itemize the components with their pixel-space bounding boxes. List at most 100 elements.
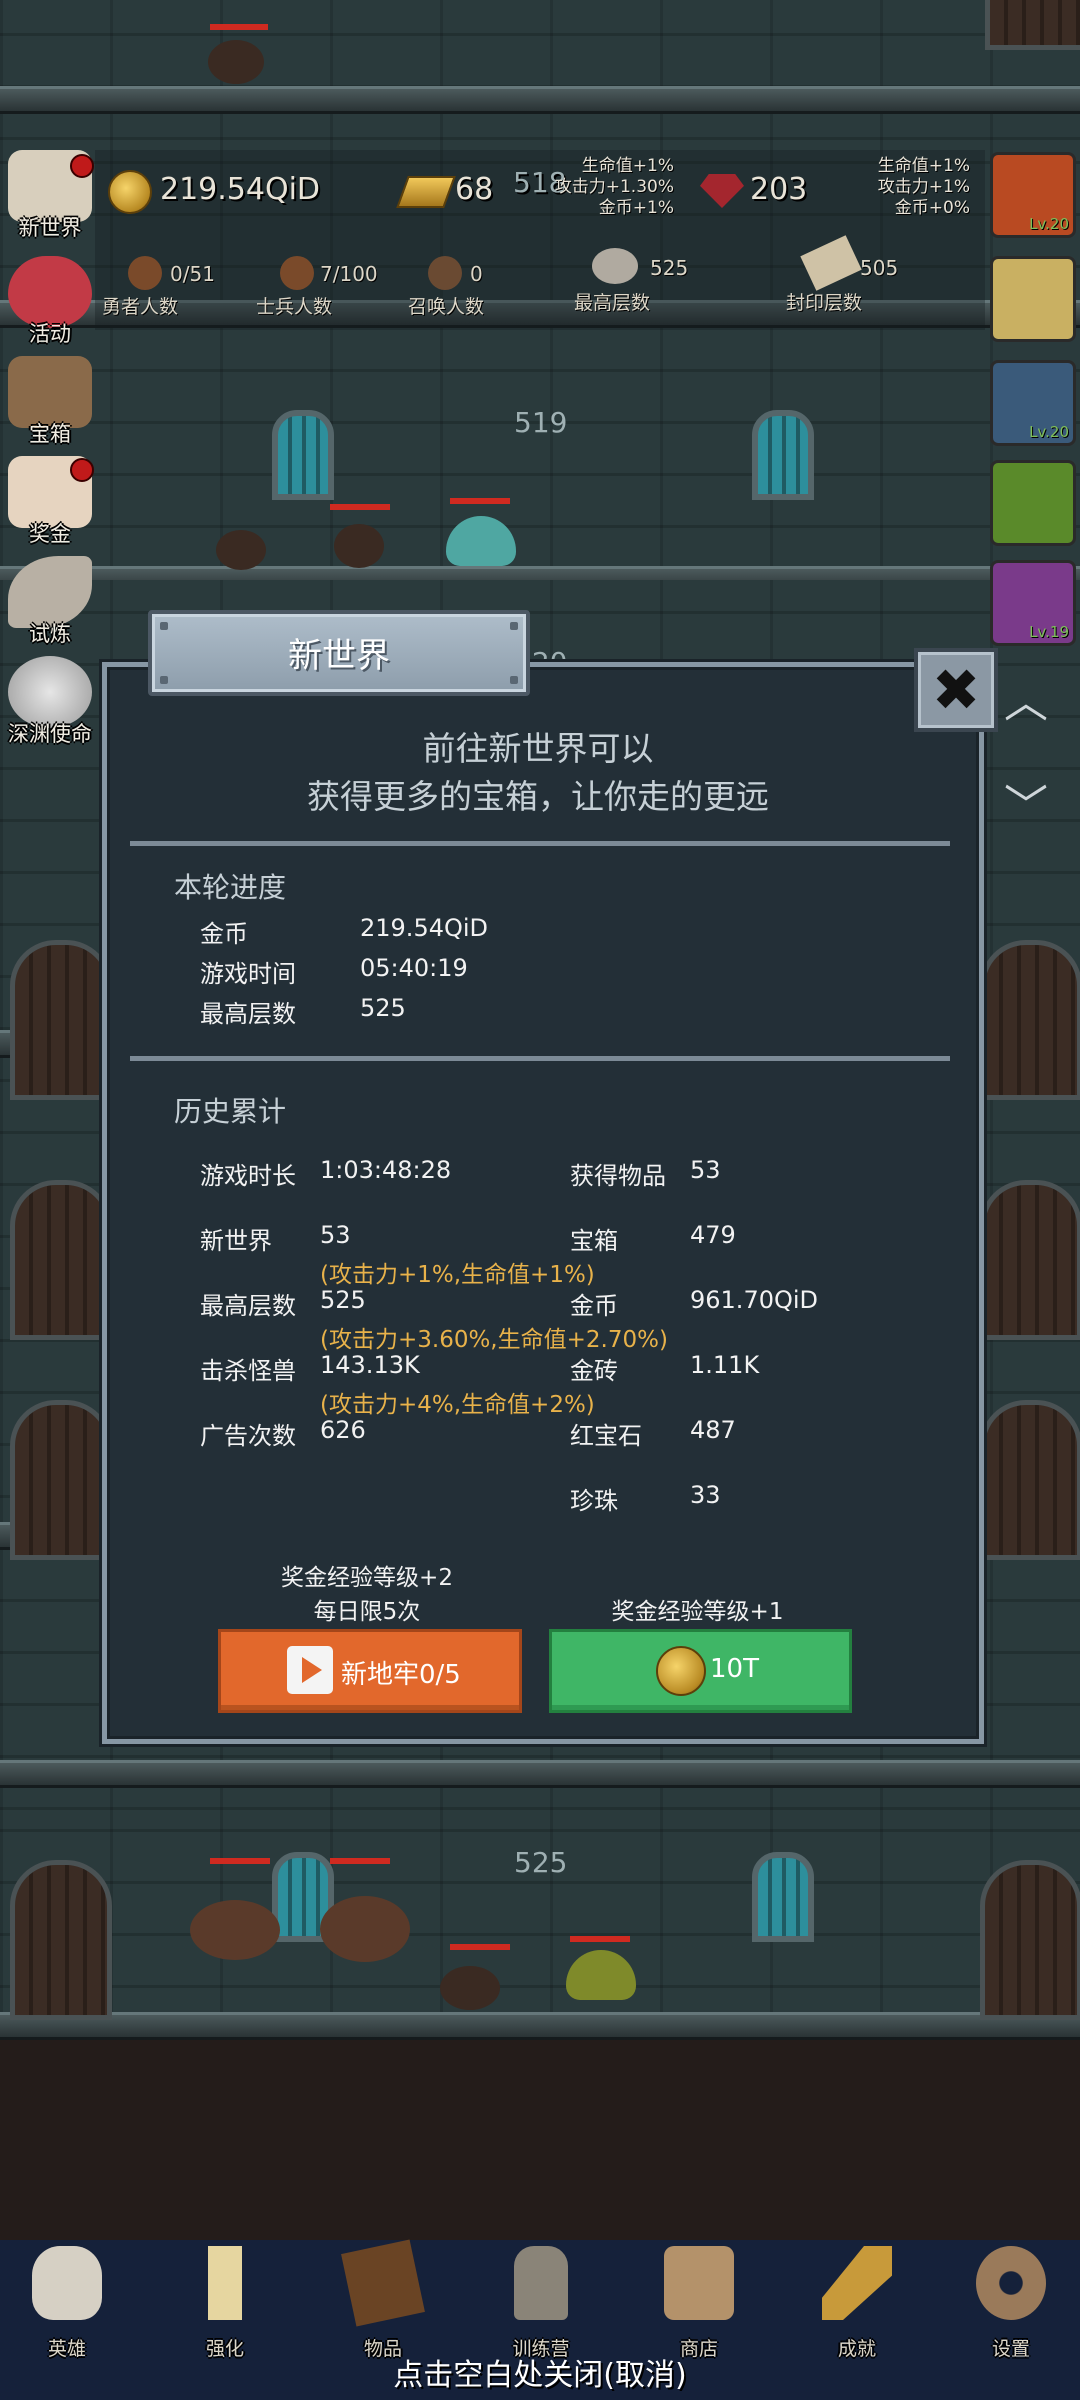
menu-label: 奖金 xyxy=(29,522,71,546)
gold-button-label: 10T xyxy=(710,1654,759,1684)
nav-items[interactable]: 物品 xyxy=(318,2239,448,2360)
summon-count: 0 xyxy=(470,262,483,286)
new-dungeon-ad-button[interactable]: 新地牢0/5 xyxy=(218,1629,522,1713)
round-floor-label: 最高层数 xyxy=(200,1000,296,1028)
armor-item-slot[interactable]: Lv.20 xyxy=(990,360,1076,446)
nav-settings[interactable]: 设置 xyxy=(946,2246,1076,2360)
menu-label: 试炼 xyxy=(29,622,71,646)
round-time-value: 05:40:19 xyxy=(360,954,468,982)
dialog-intro-line1: 前往新世界可以 xyxy=(422,729,654,768)
ad-button-note1: 奖金经验等级+2 xyxy=(281,1565,453,1591)
hero-count: 0/51 xyxy=(170,262,215,286)
nav-upgrade[interactable]: 强化 xyxy=(160,2246,290,2360)
menu-chest[interactable]: 宝箱 xyxy=(0,356,100,452)
notification-dot xyxy=(70,154,94,178)
history-value: 33 xyxy=(690,1481,721,1509)
spider-enemy xyxy=(334,524,384,568)
rivet xyxy=(510,676,518,684)
history-value: 961.70QiD xyxy=(690,1286,819,1314)
menu-label: 新世界 xyxy=(18,216,82,240)
bonus-atk: 攻击力+1% xyxy=(877,177,970,197)
history-label: 最高层数 xyxy=(200,1292,296,1320)
gold-bar-amount: 68 xyxy=(455,172,494,207)
dungeon-door xyxy=(980,1860,1080,2020)
dialog-intro-line2: 获得更多的宝箱，让你走的更远 xyxy=(307,777,769,816)
history-value: 1:03:48:28 xyxy=(320,1156,452,1184)
history-label: 珍珠 xyxy=(570,1487,618,1515)
dungeon-door xyxy=(10,1180,112,1340)
bonus-hp: 生命值+1% xyxy=(877,156,970,176)
spider-enemy xyxy=(208,40,264,84)
gold-coin-icon xyxy=(108,170,152,214)
book-icon xyxy=(341,2239,425,2327)
menu-label: 宝箱 xyxy=(29,422,71,446)
item-level: Lv.19 xyxy=(1029,623,1069,641)
gear-icon xyxy=(976,2246,1046,2320)
dialog-title: 新世界 xyxy=(288,636,390,676)
gold-coin-icon xyxy=(656,1646,706,1696)
bonus-gold: 金币+1% xyxy=(598,198,674,218)
item-level: Lv.20 xyxy=(1029,215,1069,233)
nav-training-camp[interactable]: 训练营 xyxy=(476,2246,606,2360)
dungeon-window xyxy=(752,1852,814,1942)
summon-icon xyxy=(428,256,462,290)
bat-enemy xyxy=(190,1900,280,1960)
menu-new-world[interactable]: 新世界 xyxy=(0,150,100,246)
lantern-icon xyxy=(514,2246,568,2320)
apple-item-slot[interactable]: Lv.20 xyxy=(990,152,1076,238)
history-label: 金砖 xyxy=(570,1357,618,1385)
history-value: 143.13K xyxy=(320,1351,420,1379)
ledge xyxy=(0,86,1080,114)
divider xyxy=(130,841,950,846)
round-floor-value: 525 xyxy=(360,994,406,1022)
scroll-down-icon[interactable]: ﹀ xyxy=(1004,770,1048,834)
summon-count-label: 召唤人数 xyxy=(408,296,485,318)
max-floor: 525 xyxy=(650,256,689,280)
floor-number: 525 xyxy=(514,1846,568,1879)
bat-enemy xyxy=(320,1896,410,1962)
history-bonus: (攻击力+3.60%,生命值+2.70%) xyxy=(320,1327,668,1353)
nav-shop[interactable]: 商店 xyxy=(634,2246,764,2360)
spider-enemy xyxy=(440,1966,500,2010)
ad-button-note2: 每日限5次 xyxy=(313,1599,421,1625)
history-label: 广告次数 xyxy=(200,1422,296,1450)
history-value: 525 xyxy=(320,1286,366,1314)
bonus-hp: 生命值+1% xyxy=(581,156,674,176)
history-label: 新世界 xyxy=(200,1227,272,1255)
gold-new-world-button[interactable]: 10T xyxy=(549,1629,852,1713)
divider xyxy=(130,1056,950,1061)
candle-item-slot[interactable] xyxy=(990,256,1076,342)
history-bonus: (攻击力+4%,生命值+2%) xyxy=(320,1392,595,1418)
dungeon-door xyxy=(985,0,1080,50)
helmet-item-slot[interactable]: Lv.19 xyxy=(990,560,1076,646)
video-play-icon xyxy=(287,1646,333,1694)
dungeon-door xyxy=(10,940,112,1100)
nav-achievements[interactable]: 成就 xyxy=(792,2246,922,2360)
enemy-hp-bar xyxy=(450,1944,510,1950)
rivet xyxy=(160,676,168,684)
stone-icon xyxy=(592,248,638,284)
tap-to-close-hint[interactable]: 点击空白处关闭(取消) xyxy=(0,2350,1080,2394)
menu-trial[interactable]: 试炼 xyxy=(0,556,100,652)
gold-amount: 219.54QiD xyxy=(160,172,321,207)
round-gold-value: 219.54QiD xyxy=(360,914,489,942)
soldier-icon xyxy=(280,256,314,290)
round-gold-label: 金币 xyxy=(200,920,248,948)
nav-heroes[interactable]: 英雄 xyxy=(2,2246,132,2360)
menu-label: 活动 xyxy=(29,322,71,346)
menu-abyss-mission[interactable]: 深渊使命 xyxy=(0,656,100,752)
history-label: 击杀怪兽 xyxy=(200,1357,296,1385)
scroll-up-icon[interactable]: ︿ xyxy=(1004,666,1048,730)
left-bonus-list: 生命值+1% 攻击力+1.30% 金币+1% xyxy=(540,156,674,219)
dungeon-floor-top xyxy=(0,0,1080,140)
key-icon xyxy=(822,2246,892,2320)
menu-bonus[interactable]: 奖金 xyxy=(0,456,100,552)
slime-item-slot[interactable] xyxy=(990,460,1076,546)
dungeon-window xyxy=(272,410,334,500)
dialog-close-button[interactable]: ✖ xyxy=(914,648,998,732)
soldier-count: 7/100 xyxy=(320,262,378,286)
floor-number: 519 xyxy=(514,406,568,439)
menu-event[interactable]: 活动 xyxy=(0,256,100,352)
enemy-hp-bar xyxy=(210,1858,270,1864)
max-floor-label: 最高层数 xyxy=(574,292,651,314)
